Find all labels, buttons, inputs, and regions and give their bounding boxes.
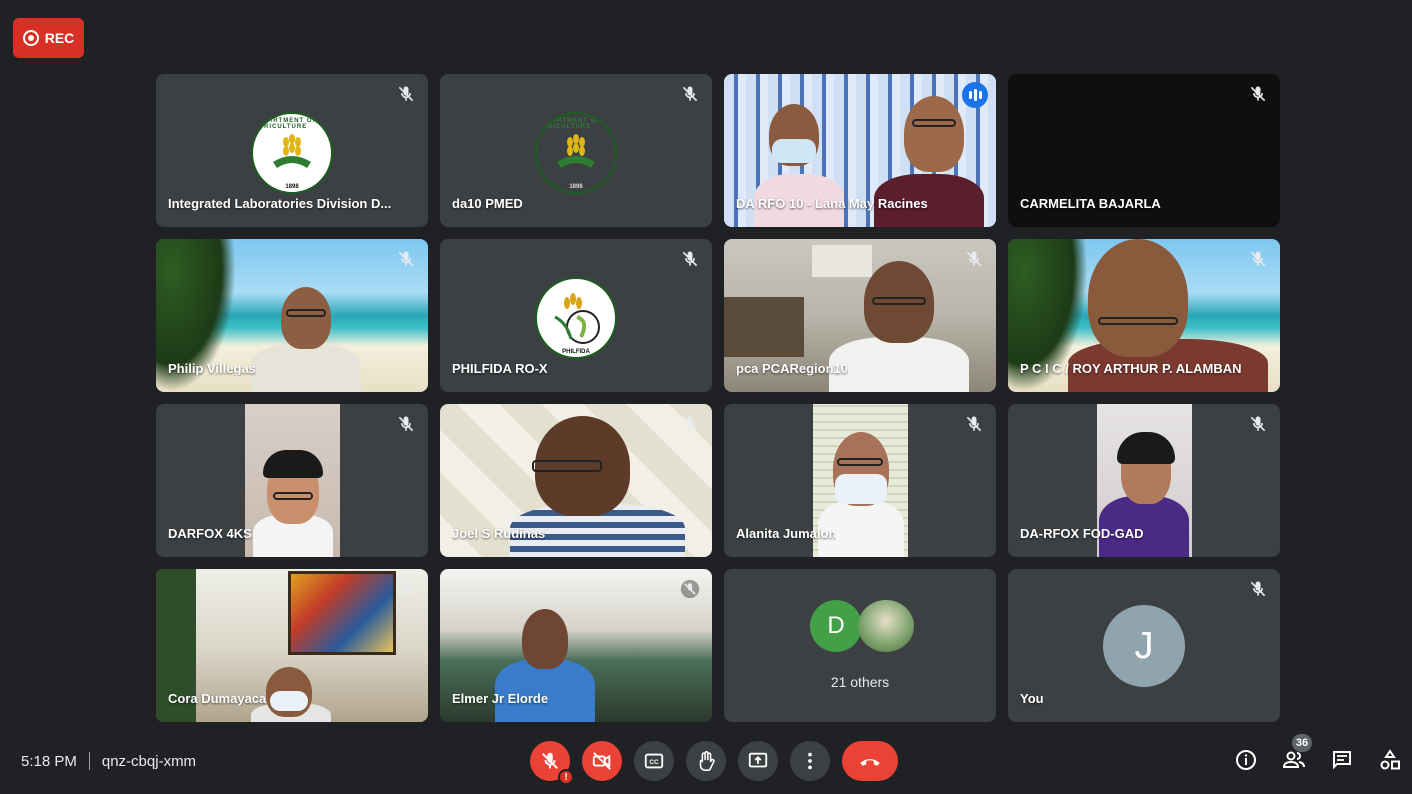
participant-name: P C I C / ROY ARTHUR P. ALAMBAN <box>1020 361 1242 376</box>
present-screen-button[interactable] <box>738 741 778 781</box>
mic-off-icon <box>966 416 982 432</box>
chat-button[interactable] <box>1326 744 1358 776</box>
others-tile[interactable]: D 21 others <box>724 569 996 722</box>
participant-tile-speaking[interactable]: DA RFO 10 - Lana May Racines <box>724 74 996 227</box>
participant-name: You <box>1020 691 1044 706</box>
chat-icon <box>1333 751 1351 770</box>
activities-icon <box>1380 749 1400 770</box>
self-tile[interactable]: J You <box>1008 569 1280 722</box>
wheat-icon <box>273 134 311 168</box>
participant-name: Alanita Jumalon <box>736 526 837 541</box>
participant-name: PHILFIDA RO-X <box>452 361 548 376</box>
camera-off-icon <box>592 752 611 770</box>
logo-text: DEPARTMENT OF AGRICULTURE <box>537 118 602 130</box>
participant-tile[interactable]: P C I C / ROY ARTHUR P. ALAMBAN <box>1008 239 1280 392</box>
participant-tile[interactable]: pca PCARegion10 <box>724 239 996 392</box>
meeting-details-button[interactable] <box>1230 744 1262 776</box>
participant-tile[interactable]: Alanita Jumalon <box>724 404 996 557</box>
participant-grid: DEPARTMENT OF AGRICULTURE 1898 Integrate… <box>156 74 1280 722</box>
participant-name: CARMELITA BAJARLA <box>1020 196 1161 211</box>
others-avatar-d: D <box>810 600 862 652</box>
others-avatar-photo <box>858 600 914 652</box>
mic-off-icon <box>398 251 414 267</box>
people-button[interactable]: 36 <box>1278 734 1312 776</box>
logo-text: PHILFIDA <box>562 349 590 355</box>
record-icon <box>22 30 39 46</box>
mic-off-icon <box>1250 251 1266 267</box>
mic-off-icon <box>1250 581 1266 597</box>
participant-name: Integrated Laboratories Division D... <box>168 196 392 211</box>
avatar-letter: D <box>827 612 845 639</box>
mic-off-icon <box>1250 86 1266 102</box>
meeting-info: 5:18 PM qnz-cbqj-xmm <box>21 752 196 770</box>
recording-indicator: REC <box>13 18 84 58</box>
captions-icon: CC <box>644 753 664 769</box>
svg-text:CC: CC <box>649 759 659 766</box>
participant-name: Elmer Jr Elorde <box>452 691 549 706</box>
meeting-code[interactable]: qnz-cbqj-xmm <box>102 753 196 770</box>
camera-toggle-button[interactable] <box>582 741 622 781</box>
hang-up-icon <box>860 759 880 766</box>
more-options-icon <box>808 752 812 770</box>
mic-off-icon <box>1250 416 1266 432</box>
self-avatar: J <box>1103 605 1185 687</box>
participant-tile[interactable]: DEPARTMENT OF AGRICULTURE 1898 Integrate… <box>156 74 428 227</box>
participant-name: Philip Villegas <box>168 361 256 376</box>
present-screen-icon <box>748 752 768 768</box>
participant-tile[interactable]: DEPARTMENT OF AGRICULTURE 1898 da10 PMED <box>440 74 712 227</box>
raise-hand-button[interactable] <box>686 741 726 781</box>
participant-name: DA RFO 10 - Lana May Racines <box>736 196 928 211</box>
participant-tile[interactable]: PHILFIDA PHILFIDA RO-X <box>440 239 712 392</box>
more-options-button[interactable] <box>790 741 830 781</box>
mic-toggle-button[interactable]: ! <box>530 741 574 785</box>
participant-tile[interactable]: Philip Villegas <box>156 239 428 392</box>
raise-hand-icon <box>699 751 715 771</box>
philfida-logo: PHILFIDA <box>535 277 617 359</box>
participant-tile[interactable]: Cora Dumayaca <box>156 569 428 722</box>
mic-off-icon <box>398 86 414 102</box>
mic-off-icon <box>682 416 698 432</box>
mic-off-icon <box>398 416 414 432</box>
participant-tile[interactable]: DA-RFOX FOD-GAD <box>1008 404 1280 557</box>
avatar-letter: J <box>1134 624 1154 667</box>
participant-tile[interactable]: CARMELITA BAJARLA <box>1008 74 1280 227</box>
participant-tile[interactable]: Joel S Rudinas <box>440 404 712 557</box>
philfida-emblem-icon <box>554 293 600 344</box>
mic-off-icon <box>966 251 982 267</box>
divider <box>88 752 90 770</box>
participant-name: Joel S Rudinas <box>452 526 546 541</box>
others-count: 21 others <box>830 674 890 690</box>
side-controls: 36 <box>1230 734 1412 776</box>
mic-off-icon <box>542 752 558 769</box>
participant-name: DA-RFOX FOD-GAD <box>1020 526 1144 541</box>
leave-call-button[interactable] <box>842 741 898 781</box>
participant-name: DARFOX 4KS <box>168 526 252 541</box>
recording-label: REC <box>44 30 75 46</box>
call-controls: ! CC <box>530 741 898 785</box>
captions-button[interactable]: CC <box>634 741 674 781</box>
info-icon <box>1236 750 1256 770</box>
activities-button[interactable] <box>1374 744 1406 776</box>
mic-off-icon <box>398 581 414 597</box>
logo-year: 1898 <box>569 184 583 190</box>
participant-name: da10 PMED <box>452 196 523 211</box>
meeting-time: 5:18 PM <box>21 752 77 770</box>
department-of-agriculture-logo: DEPARTMENT OF AGRICULTURE 1898 <box>535 112 617 194</box>
logo-text: DEPARTMENT OF AGRICULTURE <box>253 118 318 130</box>
mic-off-icon <box>682 86 698 102</box>
mic-off-icon <box>680 579 700 599</box>
wheat-icon <box>557 134 595 168</box>
mic-off-icon <box>682 251 698 267</box>
speaking-indicator-icon <box>962 82 988 108</box>
participant-tile[interactable]: DARFOX 4KS <box>156 404 428 557</box>
participant-tile[interactable]: Elmer Jr Elorde <box>440 569 712 722</box>
participant-name: pca PCARegion10 <box>736 361 848 376</box>
warning-icon: ! <box>558 769 574 785</box>
participant-name: Cora Dumayaca <box>168 691 267 706</box>
participants-count-badge: 36 <box>1292 734 1312 752</box>
department-of-agriculture-logo: DEPARTMENT OF AGRICULTURE 1898 <box>251 112 333 194</box>
logo-year: 1898 <box>285 184 299 190</box>
video-feed <box>245 404 340 557</box>
